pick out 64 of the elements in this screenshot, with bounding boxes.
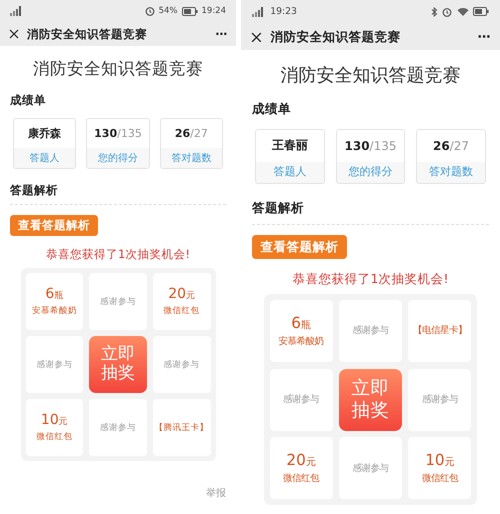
prize-name: 安慕希酸奶 xyxy=(278,335,324,348)
prize-name: 安慕希酸奶 xyxy=(32,305,77,318)
thanks-text: 感谢参与 xyxy=(100,296,136,308)
prize-name: 微信红包 xyxy=(422,472,458,486)
prize-amount: 6瓶 xyxy=(291,314,311,332)
bluetooth-icon xyxy=(431,6,438,17)
card-label: 您的得分 xyxy=(98,152,138,165)
battery-icon xyxy=(473,7,490,16)
page-heading: 消防安全知识答题竞赛 xyxy=(32,58,204,80)
section-title: 成绩单 xyxy=(10,92,47,108)
draw-button[interactable]: 立即 抽奖 xyxy=(89,336,147,393)
card-label: 您的得分 xyxy=(348,165,392,180)
view-analysis-button[interactable]: 查看答题解析 xyxy=(10,215,98,236)
card-value: 康乔森 xyxy=(28,126,62,141)
close-icon[interactable] xyxy=(250,32,262,42)
prize-amount: 10元 xyxy=(40,412,68,428)
alarm-icon xyxy=(144,6,155,16)
battery-icon xyxy=(182,6,198,16)
prize-name: 微信红包 xyxy=(36,431,72,444)
prize-name: 微信红包 xyxy=(283,472,320,486)
prize-amount: 10元 xyxy=(425,451,455,470)
status-time: 19:24 xyxy=(202,6,226,16)
card-label: 答题人 xyxy=(273,165,306,180)
thanks-text: 感谢参与 xyxy=(36,358,72,371)
draw-button[interactable]: 立即 抽奖 xyxy=(339,368,402,431)
congrats-message: 恭喜您获得了1次抽奖机会! xyxy=(45,247,191,262)
congrats-message: 恭喜您获得了1次抽奖机会! xyxy=(292,271,450,288)
signal-icon xyxy=(10,6,24,16)
card-label: 答对题数 xyxy=(171,152,212,165)
section-title: 成绩单 xyxy=(252,101,292,118)
prize-name: 【腾讯王卡】 xyxy=(154,422,209,434)
thanks-text: 感谢参与 xyxy=(283,393,320,406)
thanks-text: 感谢参与 xyxy=(352,324,388,338)
prize-amount: 20元 xyxy=(286,451,316,470)
alarm-icon xyxy=(442,6,452,17)
card-label: 答题人 xyxy=(30,152,60,165)
report-link[interactable]: 举报 xyxy=(206,488,226,500)
more-menu-button[interactable]: ··· xyxy=(477,30,490,45)
close-icon[interactable] xyxy=(9,29,19,39)
card-value: 26/27 xyxy=(174,126,208,140)
card-value: 王春丽 xyxy=(272,137,308,154)
battery-percentage: 54% xyxy=(158,6,178,16)
thanks-text: 感谢参与 xyxy=(164,358,200,371)
section-title: 答题解析 xyxy=(252,200,305,217)
wifi-icon xyxy=(456,7,469,16)
thanks-text: 感谢参与 xyxy=(422,393,458,406)
card-value: 26/27 xyxy=(433,138,469,153)
card-label: 答对题数 xyxy=(429,165,474,180)
signal-icon xyxy=(252,6,266,17)
view-analysis-button[interactable]: 查看答题解析 xyxy=(252,235,348,259)
card-value: 130/135 xyxy=(94,126,142,140)
thanks-text: 感谢参与 xyxy=(100,422,136,434)
page-title: 消防安全知识答题竞赛 xyxy=(270,28,402,46)
more-menu-button[interactable]: ··· xyxy=(215,27,227,41)
thanks-text: 感谢参与 xyxy=(352,462,388,475)
section-title: 答题解析 xyxy=(10,182,59,198)
prize-amount: 6瓶 xyxy=(45,286,64,302)
page-heading: 消防安全知识答题竞赛 xyxy=(280,64,462,87)
prize-name: 微信红包 xyxy=(164,305,200,318)
prize-name: 【电信星卡】 xyxy=(412,324,467,338)
prize-amount: 20元 xyxy=(168,286,196,302)
page-title: 消防安全知识答题竞赛 xyxy=(27,26,148,42)
status-time: 19:23 xyxy=(270,6,297,18)
card-value: 130/135 xyxy=(344,138,396,153)
